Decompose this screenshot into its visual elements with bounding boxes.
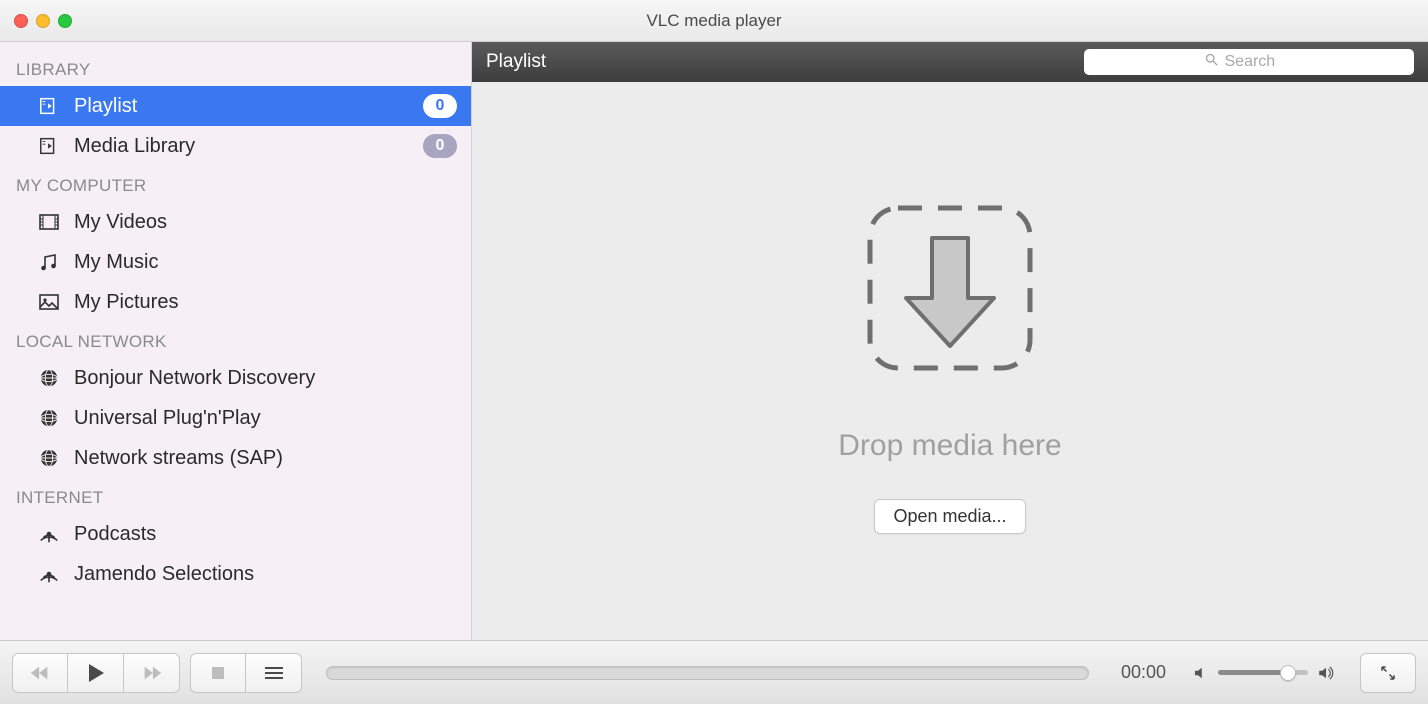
- network-icon: [36, 365, 62, 391]
- content-area: Playlist Drop media here Open media...: [472, 42, 1428, 640]
- window-controls: [14, 14, 72, 28]
- sidebar-item-label: Playlist: [74, 95, 423, 118]
- window-title: VLC media player: [0, 11, 1428, 31]
- sidebar-item-label: My Videos: [74, 211, 457, 234]
- section-header-local-network: LOCAL NETWORK: [0, 322, 471, 358]
- volume-control: [1192, 664, 1336, 682]
- section-header-internet: INTERNET: [0, 478, 471, 514]
- search-input[interactable]: [1225, 53, 1295, 71]
- time-display: 00:00: [1121, 662, 1166, 683]
- sidebar-item-label: My Music: [74, 251, 457, 274]
- sidebar-item-sap[interactable]: Network streams (SAP): [0, 438, 471, 478]
- sidebar-item-playlist[interactable]: Playlist 0: [0, 86, 471, 126]
- control-bar: 00:00: [0, 640, 1428, 704]
- pictures-icon: [36, 289, 62, 315]
- minimize-window-button[interactable]: [36, 14, 50, 28]
- sidebar-item-my-music[interactable]: My Music: [0, 242, 471, 282]
- playlist-icon: [36, 93, 62, 119]
- sidebar-item-jamendo[interactable]: Jamendo Selections: [0, 554, 471, 594]
- sidebar-item-media-library[interactable]: Media Library 0: [0, 126, 471, 166]
- drop-arrow-icon: [850, 188, 1050, 393]
- stop-button[interactable]: [190, 653, 246, 693]
- sidebar-item-my-pictures[interactable]: My Pictures: [0, 282, 471, 322]
- music-icon: [36, 249, 62, 275]
- sidebar-item-label: Network streams (SAP): [74, 447, 457, 470]
- play-button[interactable]: [68, 653, 124, 693]
- search-icon: [1204, 52, 1219, 72]
- content-header: Playlist: [472, 42, 1428, 82]
- previous-button[interactable]: [12, 653, 68, 693]
- close-window-button[interactable]: [14, 14, 28, 28]
- sidebar-item-label: Jamendo Selections: [74, 563, 457, 586]
- content-header-title: Playlist: [486, 51, 1084, 73]
- count-badge: 0: [423, 134, 457, 158]
- next-button[interactable]: [124, 653, 180, 693]
- sidebar-item-label: Universal Plug'n'Play: [74, 407, 457, 430]
- library-icon: [36, 133, 62, 159]
- sidebar: LIBRARY Playlist 0 Media Library 0 MY CO…: [0, 42, 472, 640]
- network-icon: [36, 445, 62, 471]
- fullscreen-button[interactable]: [1360, 653, 1416, 693]
- sidebar-item-label: Podcasts: [74, 523, 457, 546]
- volume-high-icon[interactable]: [1316, 664, 1336, 682]
- volume-slider[interactable]: [1218, 670, 1308, 675]
- titlebar: VLC media player: [0, 0, 1428, 42]
- main-area: LIBRARY Playlist 0 Media Library 0 MY CO…: [0, 42, 1428, 640]
- network-icon: [36, 405, 62, 431]
- sidebar-item-podcasts[interactable]: Podcasts: [0, 514, 471, 554]
- count-badge: 0: [423, 94, 457, 118]
- sidebar-item-my-videos[interactable]: My Videos: [0, 202, 471, 242]
- sidebar-item-bonjour[interactable]: Bonjour Network Discovery: [0, 358, 471, 398]
- drop-area[interactable]: Drop media here Open media...: [472, 82, 1428, 640]
- section-header-my-computer: MY COMPUTER: [0, 166, 471, 202]
- playback-buttons: [12, 653, 180, 693]
- volume-thumb[interactable]: [1280, 665, 1296, 681]
- open-media-button[interactable]: Open media...: [874, 499, 1025, 534]
- sidebar-item-label: Media Library: [74, 135, 423, 158]
- seek-slider[interactable]: [326, 666, 1089, 680]
- sidebar-item-label: Bonjour Network Discovery: [74, 367, 457, 390]
- podcast-icon: [36, 561, 62, 587]
- stop-playlist-buttons: [190, 653, 302, 693]
- podcast-icon: [36, 521, 62, 547]
- search-box[interactable]: [1084, 49, 1414, 75]
- video-icon: [36, 209, 62, 235]
- sidebar-item-label: My Pictures: [74, 291, 457, 314]
- playlist-toggle-button[interactable]: [246, 653, 302, 693]
- section-header-library: LIBRARY: [0, 50, 471, 86]
- volume-low-icon[interactable]: [1192, 664, 1210, 682]
- drop-text: Drop media here: [838, 429, 1061, 463]
- zoom-window-button[interactable]: [58, 14, 72, 28]
- sidebar-item-upnp[interactable]: Universal Plug'n'Play: [0, 398, 471, 438]
